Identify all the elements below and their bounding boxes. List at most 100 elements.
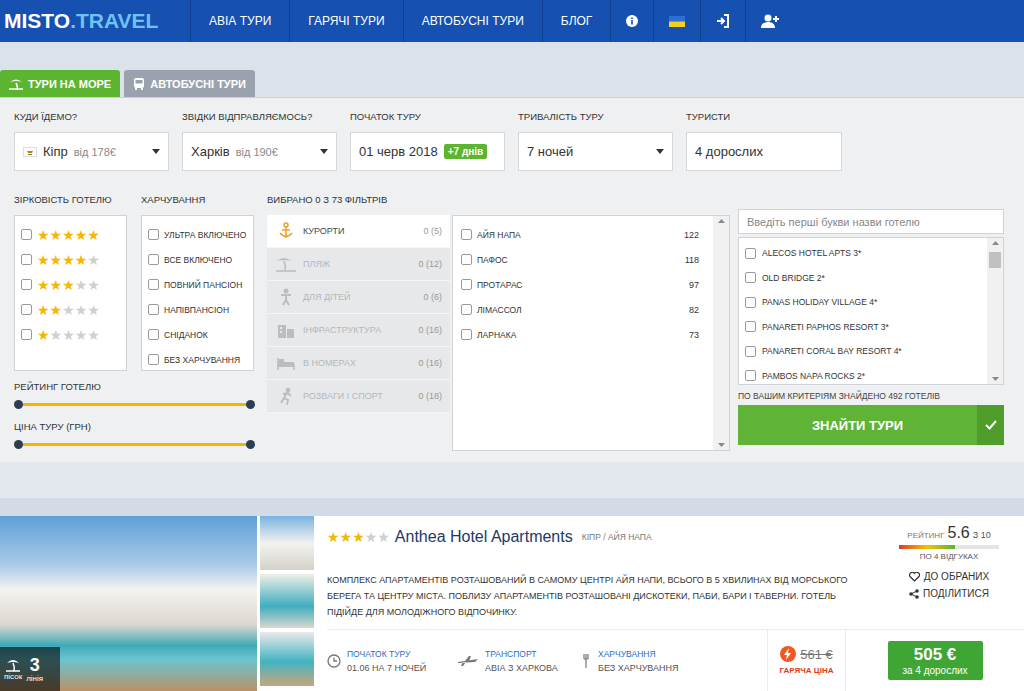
price-value[interactable]: 505 € <box>914 645 957 665</box>
field-value[interactable]: Кіпр <box>43 144 68 159</box>
filter-category[interactable]: РОЗВАГИ І СПОРТ0 (18) <box>267 380 450 413</box>
hotel-search-input[interactable] <box>738 209 1004 234</box>
meal-option[interactable]: УЛЬТРА ВКЛЮЧЕНО <box>148 222 247 247</box>
hotel-option[interactable]: PANARETI CORAL BAY RESORT 4* <box>745 339 981 364</box>
favorite-button[interactable]: ДО ОБРАНИХ <box>909 571 989 582</box>
filter-category[interactable]: ДЛЯ ДІТЕЙ0 (6) <box>267 281 450 314</box>
find-tours-button[interactable]: ЗНАЙТИ ТУРИ <box>738 405 1004 445</box>
search-field-box[interactable]: 4 дорослих <box>686 132 842 171</box>
search-tab[interactable]: АВТОБУСНІ ТУРИ <box>124 70 255 97</box>
hotel-option[interactable]: PAMBOS NAPA ROCKS 2* <box>745 364 981 389</box>
hotel-option[interactable]: PANARETI PAPHOS RESORT 3* <box>745 315 981 340</box>
hotel-label[interactable]: PANARETI CORAL BAY RESORT 4* <box>762 346 902 356</box>
slider-handle-high[interactable] <box>246 400 255 409</box>
range-slider[interactable] <box>14 438 254 452</box>
logo[interactable]: MISTO.TRAVEL <box>0 0 190 42</box>
search-field-box[interactable]: Харківвід 190€ <box>182 132 337 171</box>
filter-category[interactable]: В НОМЕРАХ0 (16) <box>267 347 450 380</box>
checkbox[interactable] <box>148 229 159 240</box>
register-user-button[interactable] <box>745 0 794 42</box>
meal-option[interactable]: НАПІВПАНСІОН <box>148 297 247 322</box>
rating-reviews[interactable]: ПО 4 ВІДГУКАХ <box>920 552 979 561</box>
meal-label[interactable]: УЛЬТРА ВКЛЮЧЕНО <box>164 230 246 240</box>
detail-label[interactable]: ХАРЧУВАННЯ <box>598 649 679 659</box>
category-label[interactable]: В НОМЕРАХ <box>303 358 356 368</box>
nav-item[interactable]: АВІА ТУРИ <box>190 0 289 42</box>
price-button[interactable]: 505 €за 4 дорослих <box>888 641 983 680</box>
stars-option[interactable]: ★★★★★ <box>21 272 120 297</box>
checkbox[interactable] <box>745 346 756 357</box>
checkbox[interactable] <box>745 248 756 259</box>
scrollbar[interactable] <box>987 238 1003 384</box>
filter-category[interactable]: ПЛЯЖ0 (12) <box>267 248 450 281</box>
photo-thumbnail[interactable] <box>260 632 314 686</box>
checkbox[interactable] <box>745 321 756 332</box>
nav-item-label[interactable]: БЛОГ <box>561 14 593 28</box>
meal-label[interactable]: БЕЗ ХАРЧУВАННЯ <box>164 355 240 365</box>
slider-track[interactable] <box>18 403 250 406</box>
hotel-label[interactable]: OLD BRIDGE 2* <box>762 273 825 283</box>
slider-handle-low[interactable] <box>14 440 23 449</box>
favorite-label[interactable]: ДО ОБРАНИХ <box>924 571 989 582</box>
slider-handle-low[interactable] <box>14 400 23 409</box>
search-field-box[interactable]: 01 черв 2018 +7 днів <box>350 132 505 171</box>
tab-label[interactable]: ТУРИ НА МОРЕ <box>28 78 111 90</box>
photo-thumbnail[interactable] <box>260 574 314 628</box>
hotel-label[interactable]: ALECOS HOTEL APTS 3* <box>762 248 861 258</box>
resort-label[interactable]: ЛІМАССОЛ <box>477 305 522 315</box>
hotel-label[interactable]: PAMBOS NAPA ROCKS 2* <box>762 371 865 381</box>
resort-option[interactable]: ПРОТАРАС97 <box>461 272 705 297</box>
share-button[interactable]: ПОДІЛИТИСЯ <box>909 588 989 599</box>
category-label[interactable]: ДЛЯ ДІТЕЙ <box>303 292 351 302</box>
search-field-box[interactable]: 7 ночей <box>518 132 673 171</box>
checkbox[interactable] <box>21 229 32 240</box>
nav-item-label[interactable]: АВТОБУСНІ ТУРИ <box>422 14 524 28</box>
meal-option[interactable]: БЕЗ ХАРЧУВАННЯ <box>148 347 247 372</box>
slider-track[interactable] <box>18 443 250 446</box>
meal-label[interactable]: СНІДАНОК <box>164 330 208 340</box>
checkbox[interactable] <box>461 229 472 240</box>
resort-option[interactable]: ПАФОС118 <box>461 247 705 272</box>
checkbox[interactable] <box>21 254 32 265</box>
meal-option[interactable]: ВСЕ ВКЛЮЧЕНО <box>148 247 247 272</box>
checkbox[interactable] <box>461 279 472 290</box>
checkbox[interactable] <box>148 279 159 290</box>
category-label[interactable]: КУРОРТИ <box>303 226 344 236</box>
hotel-photo[interactable]: пісок3лінія <box>0 516 257 691</box>
nav-item-label[interactable]: ГАРЯЧІ ТУРИ <box>308 14 384 28</box>
field-value[interactable]: Харків <box>191 144 230 159</box>
field-value[interactable]: 4 дорослих <box>695 144 763 159</box>
meal-option[interactable]: СНІДАНОК <box>148 322 247 347</box>
checkbox[interactable] <box>745 297 756 308</box>
meal-option[interactable]: ПОВНИЙ ПАНСІОН <box>148 272 247 297</box>
hotel-label[interactable]: PANARETI PAPHOS RESORT 3* <box>762 322 889 332</box>
checkbox[interactable] <box>148 354 159 365</box>
checkbox[interactable] <box>21 329 32 340</box>
nav-item-label[interactable]: АВІА ТУРИ <box>209 14 271 28</box>
photo-thumbnail[interactable] <box>260 516 314 570</box>
resort-label[interactable]: ПРОТАРАС <box>477 280 523 290</box>
checkbox[interactable] <box>461 254 472 265</box>
checkbox[interactable] <box>745 370 756 381</box>
flex-days-badge[interactable]: +7 днів <box>444 144 488 159</box>
search-tab[interactable]: ТУРИ НА МОРЕ <box>0 70 120 97</box>
checkbox[interactable] <box>461 329 472 340</box>
stars-option[interactable]: ★★★★★ <box>21 297 120 322</box>
meal-label[interactable]: ПОВНИЙ ПАНСІОН <box>164 280 242 290</box>
nav-item[interactable]: ГАРЯЧІ ТУРИ <box>289 0 402 42</box>
category-label[interactable]: ПЛЯЖ <box>303 259 330 269</box>
tab-label[interactable]: АВТОБУСНІ ТУРИ <box>150 78 246 90</box>
field-value[interactable]: 01 черв 2018 <box>359 144 438 159</box>
hotel-option[interactable]: ALECOS HOTEL APTS 3* <box>745 241 981 266</box>
ukraine-flag-button[interactable] <box>653 0 700 42</box>
logo-main[interactable]: MISTO <box>4 9 70 33</box>
meal-label[interactable]: НАПІВПАНСІОН <box>164 305 229 315</box>
resort-option[interactable]: ЛАРНАКА73 <box>461 322 705 347</box>
stars-option[interactable]: ★★★★★ <box>21 247 120 272</box>
price-note[interactable]: за 4 дорослих <box>902 665 967 676</box>
checkbox[interactable] <box>148 254 159 265</box>
resort-label[interactable]: АЙЯ НАПА <box>477 230 521 240</box>
resort-label[interactable]: ПАФОС <box>477 255 508 265</box>
stars-option[interactable]: ★★★★★ <box>21 322 120 347</box>
nav-item[interactable]: АВТОБУСНІ ТУРИ <box>403 0 542 42</box>
